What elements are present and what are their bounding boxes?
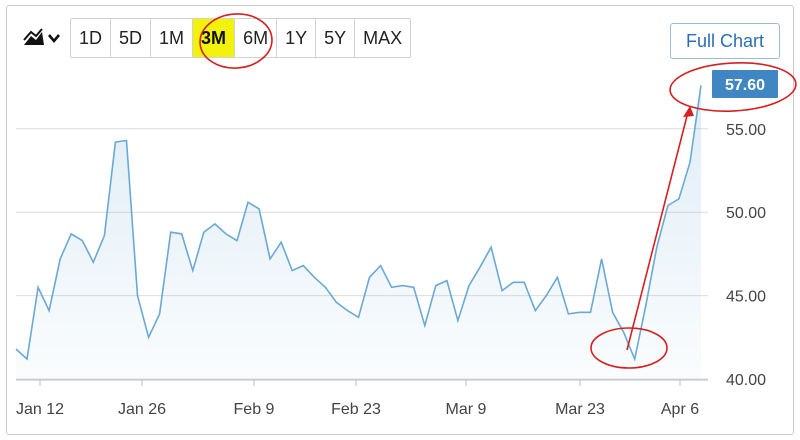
annotation-circle-3m: [199, 13, 273, 69]
x-tick-label: Mar 23: [555, 401, 605, 418]
x-tick-label: Feb 23: [331, 401, 381, 418]
y-tick-label: 40.00: [726, 372, 766, 389]
price-chart: 40.00 45.00 50.00 55.00 Jan 12 Jan 26 Feb 9 Feb…: [15, 13, 797, 418]
y-tick-label: 50.00: [726, 205, 766, 222]
y-tick-label: 55.00: [726, 122, 766, 139]
x-tick-label: Jan 26: [118, 401, 166, 418]
x-tick-label: Jan 12: [16, 401, 64, 418]
last-value-label: 57.60: [725, 77, 765, 94]
y-tick-label: 45.00: [726, 289, 766, 306]
x-tick-label: Feb 9: [234, 401, 275, 418]
x-tick-label: Mar 9: [446, 401, 487, 418]
x-tick-label: Apr 6: [661, 401, 699, 418]
